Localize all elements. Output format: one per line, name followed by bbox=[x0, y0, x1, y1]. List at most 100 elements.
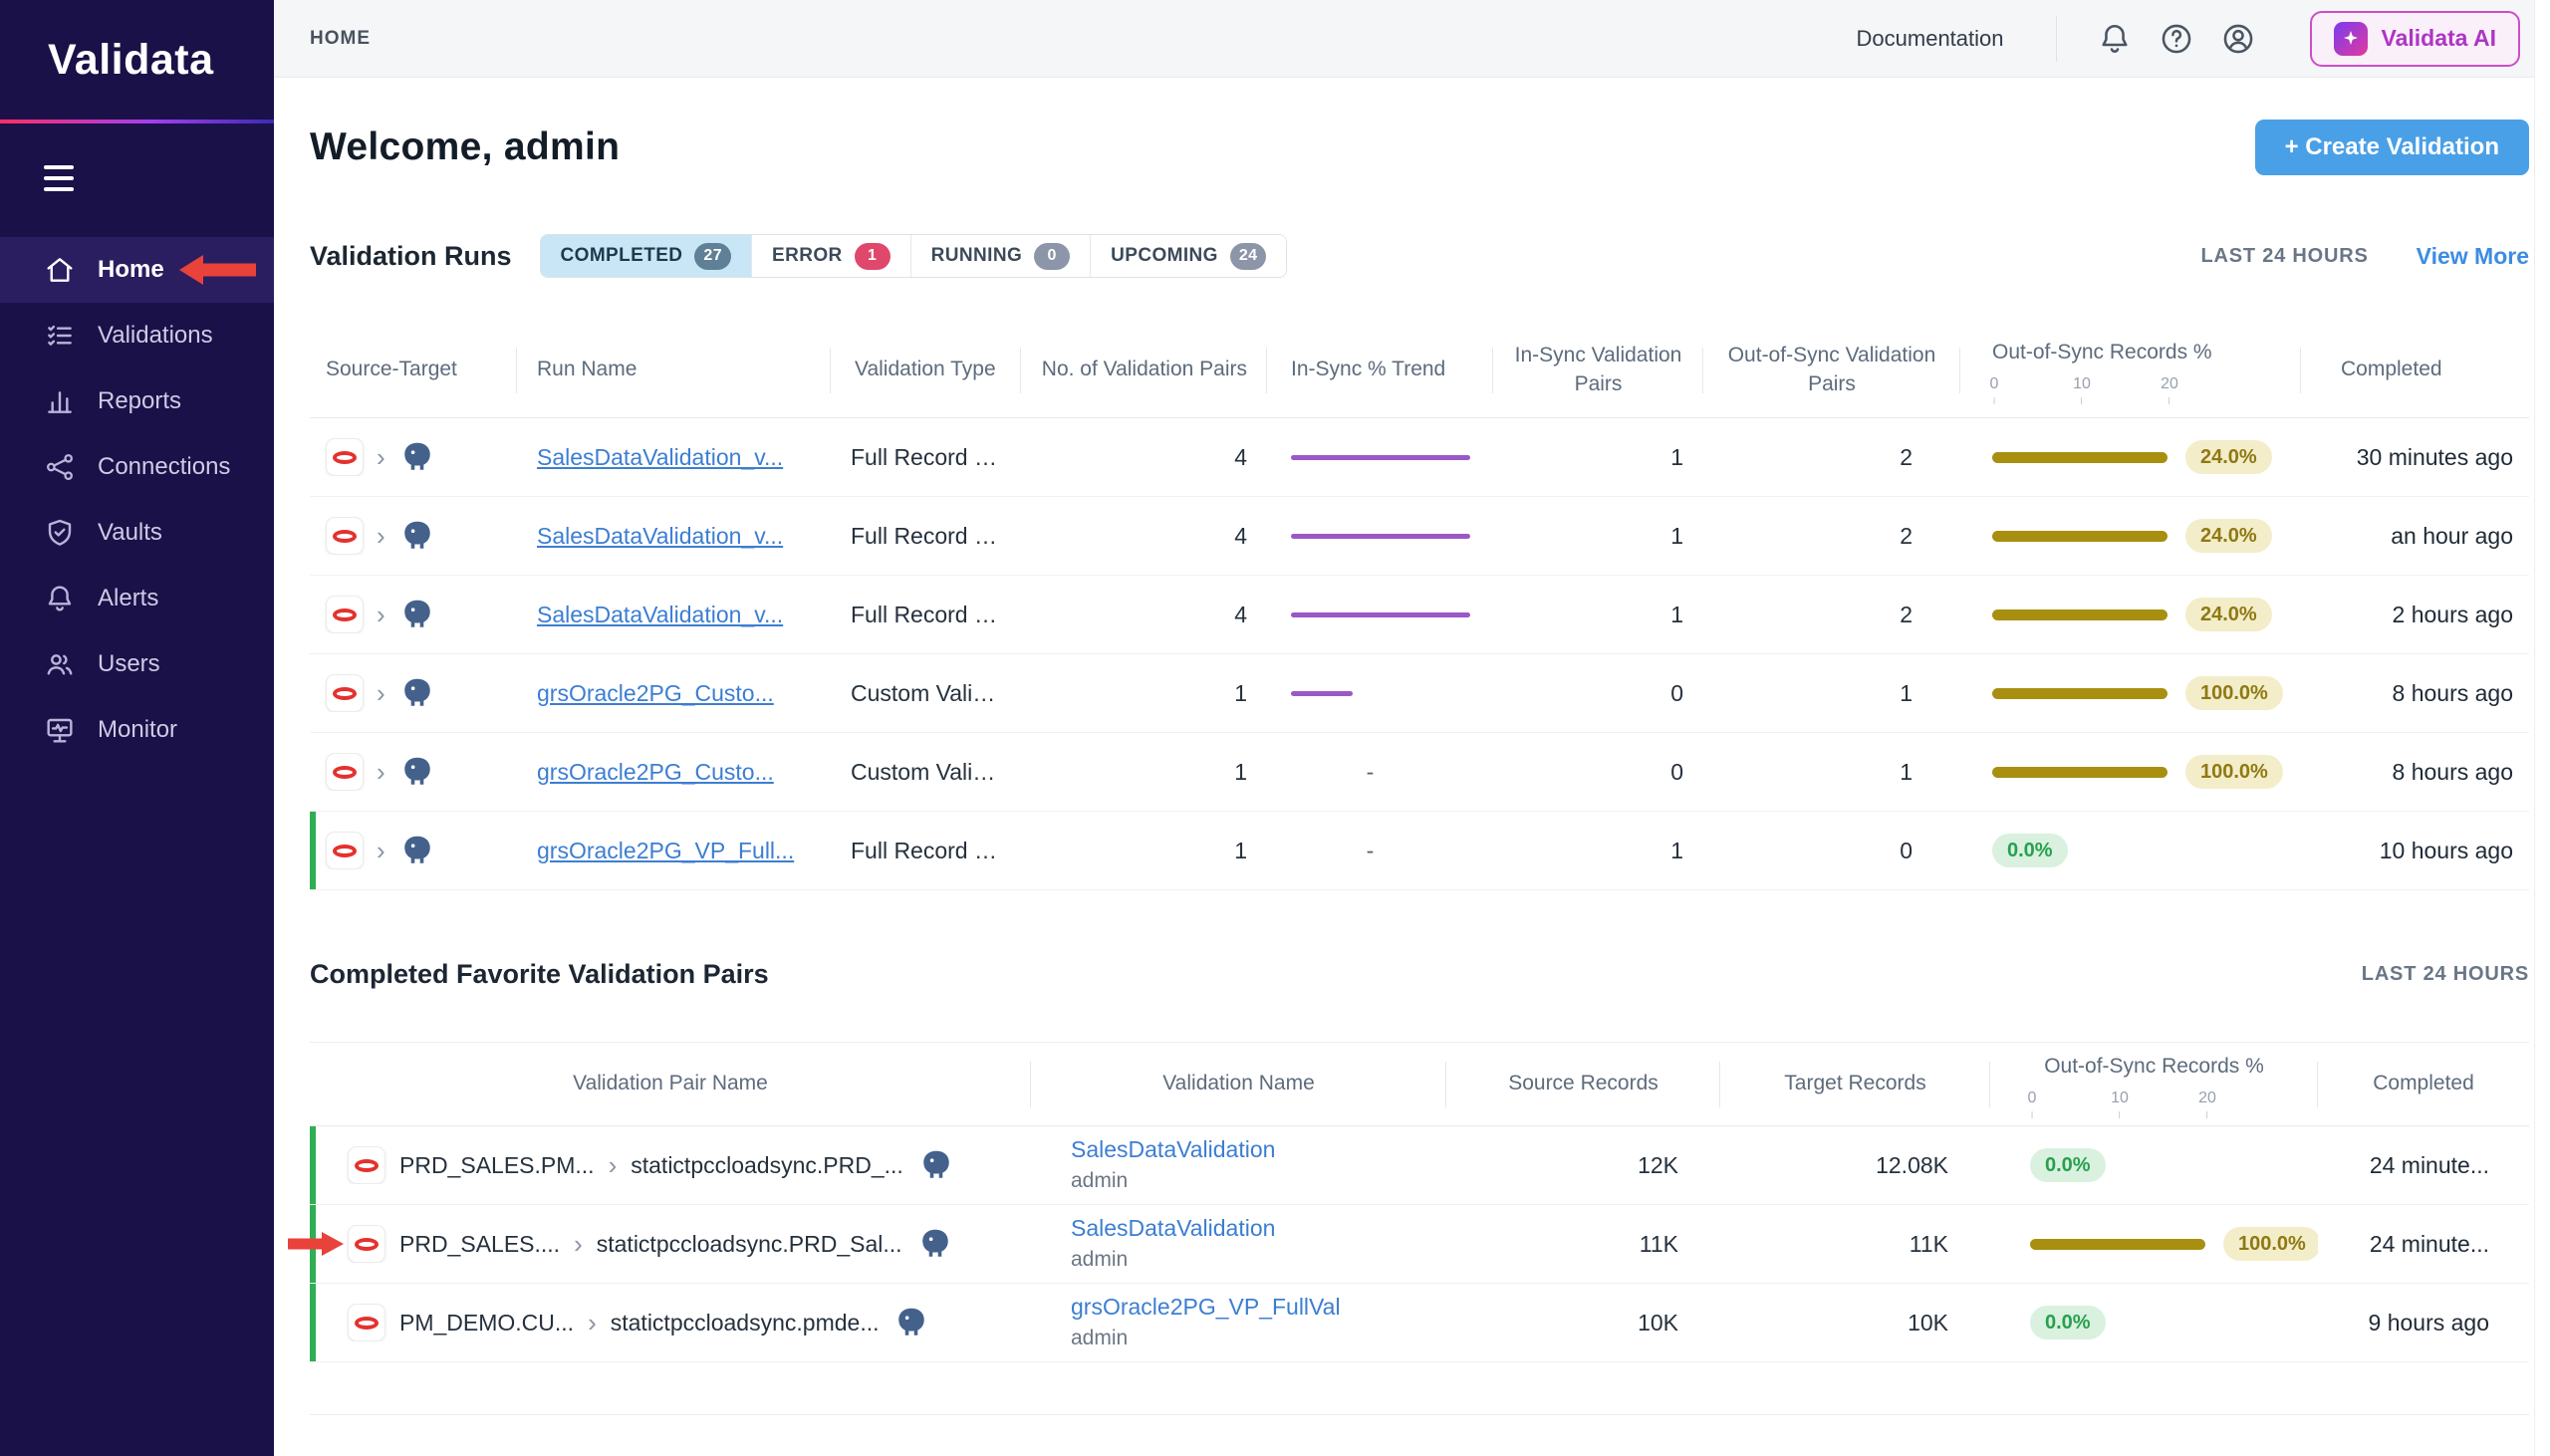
favorites-table: Validation Pair Name Validation Name Sou… bbox=[310, 1042, 2529, 1415]
out-of-sync-pairs: 2 bbox=[1703, 523, 1960, 550]
oracle-source-icon bbox=[348, 1225, 385, 1263]
num-validation-pairs: 4 bbox=[1021, 523, 1267, 550]
runs-table-body: › SalesDataValidation_v... Full Record V… bbox=[310, 418, 2529, 890]
tab-completed[interactable]: COMPLETED 27 bbox=[541, 235, 752, 277]
validation-name-link[interactable]: SalesDataValidation bbox=[1071, 1135, 1426, 1165]
sidebar-item-label: Reports bbox=[98, 387, 181, 415]
column-header: Source Records bbox=[1446, 1070, 1720, 1097]
records-bar bbox=[2030, 1239, 2205, 1250]
notifications-bell-icon[interactable] bbox=[2097, 21, 2133, 57]
view-more-link[interactable]: View More bbox=[2417, 243, 2529, 270]
records-axis: 0 10 20 bbox=[2030, 1088, 2209, 1115]
out-of-sync-records: 0.0% bbox=[1960, 834, 2301, 867]
oracle-source-icon bbox=[326, 753, 364, 791]
out-of-sync-pairs: 0 bbox=[1703, 838, 1960, 864]
run-name-link[interactable]: grsOracle2PG_Custo... bbox=[537, 680, 774, 706]
tab-label: COMPLETED bbox=[561, 245, 683, 267]
records-bar bbox=[1992, 452, 2168, 463]
oracle-source-icon bbox=[326, 517, 364, 555]
tab-running[interactable]: RUNNING 0 bbox=[910, 235, 1090, 277]
validation-name-link[interactable]: SalesDataValidation bbox=[1071, 1214, 1426, 1244]
sidebar-item-validations[interactable]: Validations bbox=[0, 303, 274, 368]
logo-area: Validata bbox=[0, 0, 274, 120]
favorites-table-body: PRD_SALES.PM... › statictpccloadsync.PRD… bbox=[310, 1126, 2529, 1362]
validation-run-row[interactable]: › grsOracle2PG_VP_Full... Full Record Va… bbox=[310, 812, 2529, 890]
period-label: LAST 24 HOURS bbox=[2200, 245, 2368, 268]
validation-pair-cell: PM_DEMO.CU... › statictpccloadsync.pmde.… bbox=[310, 1304, 1031, 1341]
run-name-link[interactable]: grsOracle2PG_VP_Full... bbox=[537, 838, 794, 863]
validata-ai-icon bbox=[2334, 22, 2368, 56]
oracle-source-icon bbox=[326, 438, 364, 476]
run-name-link[interactable]: SalesDataValidation_v... bbox=[537, 523, 783, 549]
users-icon bbox=[44, 648, 76, 680]
sidebar: Validata Home Validations Reports Connec… bbox=[0, 0, 274, 1456]
chevron-right-icon: › bbox=[377, 523, 385, 549]
validation-name-link[interactable]: grsOracle2PG_VP_FullVal bbox=[1071, 1293, 1426, 1323]
column-header: Validation Pair Name bbox=[310, 1070, 1031, 1097]
sidebar-item-vaults[interactable]: Vaults bbox=[0, 500, 274, 566]
out-of-sync-pairs: 1 bbox=[1703, 680, 1960, 707]
completed-time: 24 minute... bbox=[2318, 1231, 2529, 1258]
help-icon[interactable] bbox=[2159, 21, 2194, 57]
pair-source-name: PRD_SALES.... bbox=[399, 1231, 560, 1258]
create-validation-button[interactable]: + Create Validation bbox=[2255, 120, 2529, 175]
pair-target-name: statictpccloadsync.PRD_... bbox=[631, 1152, 903, 1179]
target-records: 10K bbox=[1720, 1310, 1990, 1336]
validation-run-row[interactable]: › grsOracle2PG_Custo... Custom Validatio… bbox=[310, 654, 2529, 733]
validation-name-cell: SalesDataValidation admin bbox=[1031, 1214, 1446, 1273]
column-header: Completed bbox=[2301, 356, 2529, 383]
hamburger-menu-icon[interactable] bbox=[44, 165, 76, 191]
validation-run-row[interactable]: › SalesDataValidation_v... Full Record V… bbox=[310, 418, 2529, 497]
validation-pair-cell: PRD_SALES.PM... › statictpccloadsync.PRD… bbox=[310, 1146, 1031, 1184]
validation-run-row[interactable]: › grsOracle2PG_Custo... Custom Validatio… bbox=[310, 733, 2529, 812]
trend-line bbox=[1291, 612, 1470, 617]
validata-ai-button[interactable]: Validata AI bbox=[2310, 11, 2520, 67]
sidebar-item-monitor[interactable]: Monitor bbox=[0, 697, 274, 763]
target-records: 12.08K bbox=[1720, 1152, 1990, 1179]
source-records: 12K bbox=[1446, 1152, 1720, 1179]
in-sync-pairs: 1 bbox=[1493, 444, 1703, 471]
favorite-pair-row[interactable]: PM_DEMO.CU... › statictpccloadsync.pmde.… bbox=[310, 1284, 2529, 1362]
validation-type: Full Record Validation bbox=[831, 838, 1021, 864]
vaults-icon bbox=[44, 517, 76, 549]
in-sync-pairs: 0 bbox=[1493, 759, 1703, 786]
validation-run-row[interactable]: › SalesDataValidation_v... Full Record V… bbox=[310, 497, 2529, 576]
tab-error[interactable]: ERROR 1 bbox=[751, 235, 910, 277]
sidebar-item-reports[interactable]: Reports bbox=[0, 368, 274, 434]
favorite-pair-row[interactable]: PRD_SALES.... › statictpccloadsync.PRD_S… bbox=[310, 1205, 2529, 1284]
in-sync-trend bbox=[1267, 612, 1493, 617]
favorite-pair-row[interactable]: PRD_SALES.PM... › statictpccloadsync.PRD… bbox=[310, 1126, 2529, 1205]
scrollbar[interactable] bbox=[2534, 0, 2550, 1456]
sidebar-item-home[interactable]: Home bbox=[0, 237, 274, 303]
validation-runs-title: Validation Runs bbox=[310, 241, 512, 272]
owner-label: admin bbox=[1071, 1246, 1426, 1273]
completed-time: 2 hours ago bbox=[2301, 602, 2529, 628]
records-badge: 100.0% bbox=[2223, 1227, 2318, 1261]
profile-avatar-icon[interactable] bbox=[2220, 21, 2256, 57]
chevron-right-icon: › bbox=[609, 1152, 618, 1178]
validation-runs-table: Source-Target Run Name Validation Type N… bbox=[310, 323, 2529, 890]
validation-run-row[interactable]: › SalesDataValidation_v... Full Record V… bbox=[310, 576, 2529, 654]
documentation-link[interactable]: Documentation bbox=[1857, 26, 2004, 52]
run-name-link[interactable]: SalesDataValidation_v... bbox=[537, 602, 783, 627]
validation-type: Custom Validation bbox=[831, 680, 1021, 707]
topbar: HOME Documentation Validata AI bbox=[274, 0, 2550, 78]
run-name-link[interactable]: grsOracle2PG_Custo... bbox=[537, 759, 774, 785]
out-of-sync-pairs: 1 bbox=[1703, 759, 1960, 786]
sidebar-item-alerts[interactable]: Alerts bbox=[0, 566, 274, 631]
tab-upcoming[interactable]: UPCOMING 24 bbox=[1090, 235, 1286, 277]
annotation-arrow bbox=[179, 252, 256, 288]
sidebar-item-connections[interactable]: Connections bbox=[0, 434, 274, 500]
run-name-link[interactable]: SalesDataValidation_v... bbox=[537, 444, 783, 470]
completed-time: 10 hours ago bbox=[2301, 838, 2529, 864]
out-of-sync-records: 100.0% bbox=[1960, 755, 2301, 789]
column-header: Source-Target bbox=[310, 356, 517, 383]
tab-label: RUNNING bbox=[931, 245, 1022, 267]
in-sync-trend: - bbox=[1267, 759, 1493, 786]
in-sync-trend bbox=[1267, 691, 1493, 696]
records-bar bbox=[1992, 767, 2168, 778]
alerts-icon bbox=[44, 583, 76, 614]
column-header: In-Sync Validation Pairs bbox=[1493, 342, 1703, 398]
annotation-arrow bbox=[288, 1229, 344, 1259]
sidebar-item-users[interactable]: Users bbox=[0, 631, 274, 697]
